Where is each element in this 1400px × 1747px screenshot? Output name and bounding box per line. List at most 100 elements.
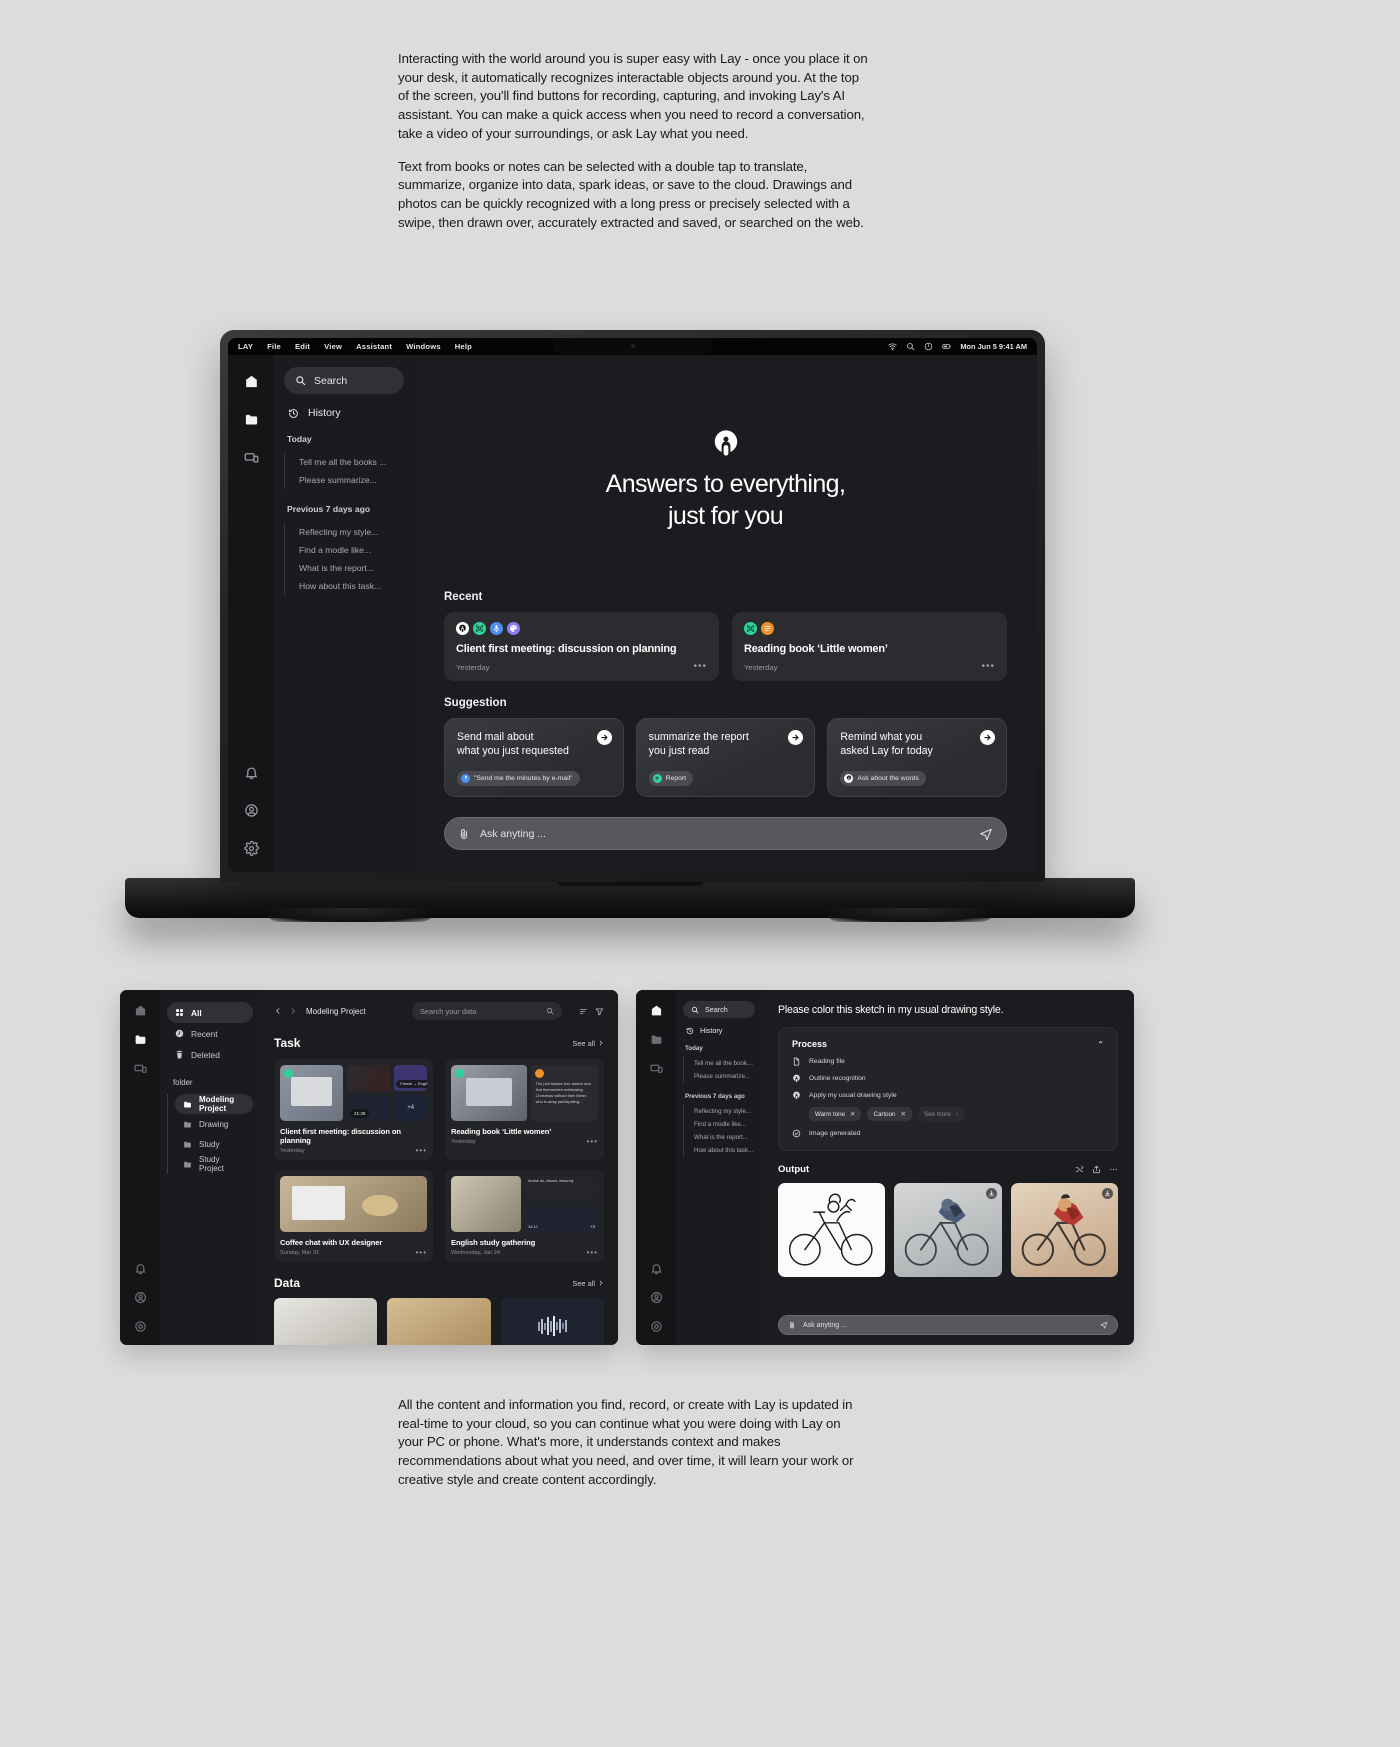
chat-search-input[interactable]: Search [683,1001,755,1018]
breadcrumb[interactable]: Modeling Project [306,1007,366,1016]
rail-item-home[interactable] [241,371,261,391]
rail-item-files[interactable] [241,409,261,429]
shuffle-icon[interactable] [1075,1165,1084,1174]
see-more-button[interactable]: See more › [917,1107,964,1121]
download-icon[interactable] [985,1188,997,1199]
rail-item-account[interactable] [241,800,261,820]
folder-icon[interactable] [650,1033,663,1046]
more-icon[interactable]: ••• [416,1147,427,1155]
menu-item-assistant[interactable]: Assistant [356,342,392,351]
more-icon[interactable]: ••• [693,662,707,672]
account-icon[interactable] [134,1291,147,1304]
menu-item-windows[interactable]: Windows [406,342,441,351]
more-icon[interactable]: ••• [587,1249,598,1257]
rail-item-settings[interactable] [241,838,261,858]
devices-icon[interactable] [133,1062,147,1075]
search-icon[interactable] [906,342,915,351]
sort-icon[interactable] [579,1007,588,1016]
menubar-brand[interactable]: LAY [238,342,253,351]
task-card[interactable]: 21:39 French → English +4 Client first m… [274,1059,433,1160]
history-item[interactable]: What is the report... [294,559,404,577]
data-card-photo[interactable] [387,1298,491,1345]
task-see-all-link[interactable]: See all [572,1039,604,1048]
ask-input[interactable]: Ask anyting ... [444,817,1007,850]
suggestion-card[interactable]: summarize the report you just read Repor… [635,717,816,797]
share-icon[interactable] [1092,1165,1101,1174]
chat-history-item[interactable]: How about this task... [690,1144,755,1157]
menu-item-edit[interactable]: Edit [295,342,310,351]
devices-icon[interactable] [649,1062,663,1075]
output-image-sketch[interactable] [778,1183,886,1277]
folder-item-study[interactable]: Study [175,1134,253,1154]
output-image-grey-render[interactable] [894,1183,1002,1277]
chat-history-header[interactable]: History [683,1026,755,1035]
folder-item-study-project[interactable]: Study Project [175,1154,253,1174]
rail-item-notifications[interactable] [241,762,261,782]
process-header[interactable]: Process ⌃ [792,1039,1104,1049]
history-header[interactable]: History [284,407,404,419]
task-card[interactable]: incline do, leisure, leisurely 34:12 +3 … [445,1170,604,1262]
task-card[interactable]: The plot follows four sisters who find t… [445,1059,604,1160]
chat-history-item[interactable]: What is the report... [690,1131,755,1144]
more-icon[interactable]: ••• [981,662,995,672]
menubar-status-area[interactable]: Mon Jun 5 9:41 AM [888,342,1027,351]
close-icon[interactable]: ✕ [850,1110,855,1118]
history-item[interactable]: Find a modle like... [294,541,404,559]
control-center-icon[interactable] [924,342,933,351]
menu-item-view[interactable]: View [324,342,342,351]
more-icon[interactable] [1109,1165,1118,1174]
arrow-right-icon[interactable] [596,729,612,745]
files-search-input[interactable]: Search your data [412,1002,562,1020]
style-chip-warm-tone[interactable]: Warm tone ✕ [809,1107,862,1121]
style-chip-cartoon[interactable]: Cartoon ✕ [867,1107,912,1121]
menubar-datetime[interactable]: Mon Jun 5 9:41 AM [960,342,1027,351]
output-image-warm-cartoon[interactable] [1010,1183,1118,1277]
battery-icon[interactable] [942,342,951,351]
folder-icon[interactable] [134,1033,147,1046]
chat-history-item[interactable]: Tell me all the books ... [690,1057,755,1070]
folder-item-drawing[interactable]: Drawing [175,1114,253,1134]
chevron-left-icon[interactable] [274,1007,282,1015]
suggestion-chip[interactable]: "Send me the minutes by e-mail" [457,770,580,786]
chevron-up-icon[interactable]: ⌃ [1097,1040,1104,1049]
paperclip-icon[interactable] [458,828,470,840]
suggestion-card[interactable]: Remind what you asked Lay for today Ask … [827,717,1008,797]
account-icon[interactable] [650,1291,663,1304]
chat-ask-input[interactable]: Ask anyting ... [778,1315,1118,1335]
data-see-all-link[interactable]: See all [572,1279,604,1288]
bell-icon[interactable] [134,1262,147,1275]
data-card-audio[interactable] [500,1298,604,1345]
folder-item-modeling-project[interactable]: Modeling Project [175,1094,253,1114]
gear-icon[interactable] [134,1320,147,1333]
sidebar-item-deleted[interactable]: Deleted [167,1044,253,1065]
send-icon[interactable] [979,827,993,841]
close-icon[interactable]: ✕ [901,1110,906,1118]
suggestion-chip[interactable]: Ask about the words [840,770,926,786]
search-input[interactable]: Search [284,367,404,394]
sidebar-item-all[interactable]: All [167,1002,253,1023]
home-icon[interactable] [134,1004,147,1017]
menu-item-file[interactable]: File [267,342,281,351]
wifi-icon[interactable] [888,342,897,351]
more-icon[interactable]: ••• [416,1249,427,1257]
send-icon[interactable] [1100,1321,1108,1329]
sidebar-item-recent[interactable]: Recent [167,1023,253,1044]
chat-history-item[interactable]: Reflecting my style... [690,1105,755,1118]
download-icon[interactable] [1101,1188,1113,1199]
bell-icon[interactable] [650,1262,663,1275]
paperclip-icon[interactable] [788,1321,796,1329]
recent-card[interactable]: Reading book ‘Little women’ Yesterday ••… [732,611,1007,681]
history-item[interactable]: Please summarize... [294,471,404,489]
chevron-right-icon[interactable] [289,1007,297,1015]
more-icon[interactable]: ••• [587,1138,598,1146]
recent-card[interactable]: Client first meeting: discussion on plan… [444,611,719,681]
chat-history-item[interactable]: Please summarize... [690,1070,755,1083]
arrow-right-icon[interactable] [980,729,996,745]
data-card-document[interactable] [274,1298,378,1345]
home-icon[interactable] [650,1004,663,1017]
suggestion-chip[interactable]: Report [648,770,694,786]
task-card[interactable]: Coffee chat with UX designer Sunday, Mar… [274,1170,433,1262]
chat-history-item[interactable]: Find a modle like... [690,1118,755,1131]
suggestion-card[interactable]: Send mail about what you just requested [444,717,624,797]
filter-icon[interactable] [595,1007,604,1016]
